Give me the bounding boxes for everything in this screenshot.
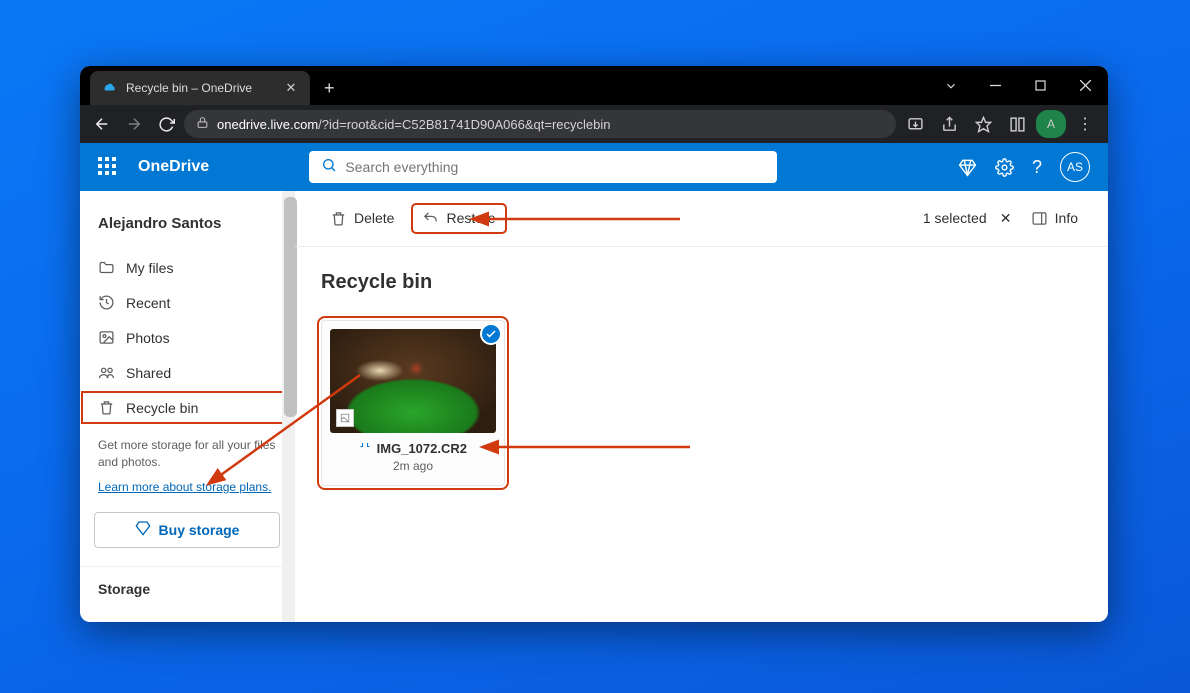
search-input[interactable] [345,159,765,175]
sidebar-item-shared[interactable]: Shared [80,355,294,390]
raw-file-icon [359,442,371,457]
diamond-icon [135,520,151,539]
main-content: Delete Restore 1 selected ✕ Info Recycle… [295,191,1108,622]
delete-label: Delete [354,210,394,226]
shared-icon [98,364,115,381]
lock-icon [196,116,209,132]
onedrive-favicon [102,80,118,96]
address-field[interactable]: onedrive.live.com/?id=root&cid=C52B81741… [184,110,896,138]
restore-button[interactable]: Restore [413,205,504,232]
nav-forward-icon[interactable] [120,110,148,138]
owner-name: Alejandro Santos [80,207,294,250]
file-name: IMG_1072.CR2 [330,441,496,457]
tab-title: Recycle bin – OneDrive [126,81,274,95]
window-close-icon[interactable] [1063,66,1108,105]
window-dropdown-icon[interactable] [928,66,973,105]
window-maximize-icon[interactable] [1018,66,1063,105]
info-label: Info [1055,210,1078,226]
profile-badge[interactable]: A [1036,110,1066,138]
info-panel-icon [1031,210,1048,227]
nav-reload-icon[interactable] [152,110,180,138]
recycle-bin-icon [98,399,115,416]
page-title: Recycle bin [321,271,1082,294]
file-thumbnail [330,329,496,433]
selection-count: 1 selected ✕ [923,207,1017,229]
sidebar-scrollbar[interactable] [282,191,295,622]
sidebar-item-my-files[interactable]: My files [80,250,294,285]
extensions-icon[interactable] [1002,110,1032,138]
photos-icon [98,329,115,346]
sidebar-item-label: Photos [126,330,170,346]
help-icon[interactable]: ? [1032,157,1042,178]
buy-storage-label: Buy storage [159,522,240,538]
share-icon[interactable] [934,110,964,138]
file-type-icon [336,409,354,427]
folder-icon [98,259,115,276]
selected-check-icon[interactable] [480,323,502,345]
buy-storage-button[interactable]: Buy storage [94,512,280,548]
command-bar: Delete Restore 1 selected ✕ Info [321,191,1082,246]
sidebar-item-label: Recycle bin [126,400,198,416]
restore-label: Restore [446,210,495,226]
app-header: OneDrive ? AS [80,143,1108,191]
clear-selection-icon[interactable]: ✕ [995,207,1017,229]
install-app-icon[interactable] [900,110,930,138]
bookmark-star-icon[interactable] [968,110,998,138]
sidebar-item-label: My files [126,260,173,276]
account-avatar[interactable]: AS [1060,152,1090,182]
browser-menu-icon[interactable]: ⋮ [1070,110,1100,138]
search-icon [321,157,337,178]
sidebar-item-label: Recent [126,295,170,311]
browser-tab[interactable]: Recycle bin – OneDrive ✕ [90,71,310,105]
browser-address-bar: onedrive.live.com/?id=root&cid=C52B81741… [80,105,1108,143]
app-launcher-icon[interactable] [98,157,118,177]
storage-heading: Storage [80,566,294,597]
sidebar-item-label: Shared [126,365,171,381]
url-text: onedrive.live.com/?id=root&cid=C52B81741… [217,117,611,132]
new-tab-button[interactable]: + [310,71,349,105]
sidebar-item-recent[interactable]: Recent [80,285,294,320]
delete-button[interactable]: Delete [321,205,403,232]
browser-window: Recycle bin – OneDrive ✕ + onedrive.live… [80,66,1108,622]
browser-titlebar: Recycle bin – OneDrive ✕ + [80,66,1108,105]
file-age: 2m ago [330,459,496,473]
sidebar: Alejandro Santos My files Recent Photos … [80,191,295,622]
storage-promo-text: Get more storage for all your files and … [80,425,294,478]
tab-close-icon[interactable]: ✕ [282,80,300,96]
settings-gear-icon[interactable] [995,158,1014,177]
file-card[interactable]: IMG_1072.CR2 2m ago [321,320,505,486]
app-brand[interactable]: OneDrive [138,158,209,176]
search-box[interactable] [309,151,777,183]
sidebar-item-recycle-bin[interactable]: Recycle bin [80,390,294,425]
annotation-arrow [490,439,690,460]
info-button[interactable]: Info [1027,205,1082,232]
undo-icon [422,210,439,227]
nav-back-icon[interactable] [88,110,116,138]
window-minimize-icon[interactable] [973,66,1018,105]
premium-icon[interactable] [958,158,977,177]
storage-promo-link[interactable]: Learn more about storage plans. [80,480,289,508]
trash-icon [330,210,347,227]
recent-icon [98,294,115,311]
sidebar-item-photos[interactable]: Photos [80,320,294,355]
